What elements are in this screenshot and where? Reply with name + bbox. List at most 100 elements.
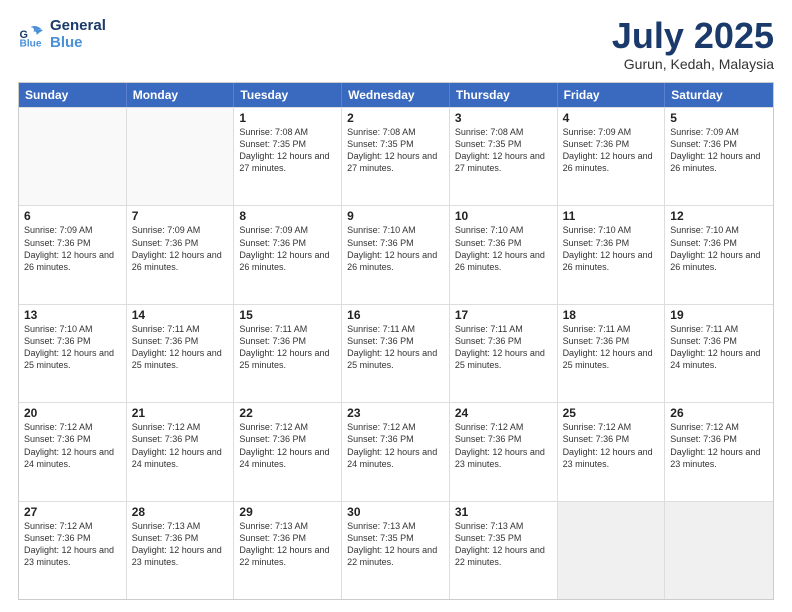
cell-detail: Sunrise: 7:12 AM Sunset: 7:36 PM Dayligh… [563, 421, 660, 470]
day-cell-8: 8Sunrise: 7:09 AM Sunset: 7:36 PM Daylig… [234, 206, 342, 303]
day-cell-2: 2Sunrise: 7:08 AM Sunset: 7:35 PM Daylig… [342, 108, 450, 205]
day-number: 16 [347, 308, 444, 322]
cell-detail: Sunrise: 7:09 AM Sunset: 7:36 PM Dayligh… [24, 224, 121, 273]
day-number: 11 [563, 209, 660, 223]
day-cell-27: 27Sunrise: 7:12 AM Sunset: 7:36 PM Dayli… [19, 502, 127, 599]
cell-detail: Sunrise: 7:10 AM Sunset: 7:36 PM Dayligh… [24, 323, 121, 372]
logo-blue: Blue [50, 35, 106, 52]
day-number: 6 [24, 209, 121, 223]
day-number: 27 [24, 505, 121, 519]
day-header-monday: Monday [127, 83, 235, 107]
header: G Blue General Blue July 2025 Gurun, Ked… [18, 18, 774, 72]
calendar-row: 13Sunrise: 7:10 AM Sunset: 7:36 PM Dayli… [19, 304, 773, 402]
day-number: 29 [239, 505, 336, 519]
calendar-body: 1Sunrise: 7:08 AM Sunset: 7:35 PM Daylig… [19, 107, 773, 599]
cell-detail: Sunrise: 7:08 AM Sunset: 7:35 PM Dayligh… [455, 126, 552, 175]
cell-detail: Sunrise: 7:13 AM Sunset: 7:35 PM Dayligh… [347, 520, 444, 569]
calendar-row: 1Sunrise: 7:08 AM Sunset: 7:35 PM Daylig… [19, 107, 773, 205]
day-cell-6: 6Sunrise: 7:09 AM Sunset: 7:36 PM Daylig… [19, 206, 127, 303]
day-cell-11: 11Sunrise: 7:10 AM Sunset: 7:36 PM Dayli… [558, 206, 666, 303]
day-cell-1: 1Sunrise: 7:08 AM Sunset: 7:35 PM Daylig… [234, 108, 342, 205]
day-number: 24 [455, 406, 552, 420]
day-number: 4 [563, 111, 660, 125]
calendar: SundayMondayTuesdayWednesdayThursdayFrid… [18, 82, 774, 600]
day-cell-24: 24Sunrise: 7:12 AM Sunset: 7:36 PM Dayli… [450, 403, 558, 500]
cell-detail: Sunrise: 7:11 AM Sunset: 7:36 PM Dayligh… [455, 323, 552, 372]
day-number: 31 [455, 505, 552, 519]
day-cell-19: 19Sunrise: 7:11 AM Sunset: 7:36 PM Dayli… [665, 305, 773, 402]
day-number: 1 [239, 111, 336, 125]
cell-detail: Sunrise: 7:11 AM Sunset: 7:36 PM Dayligh… [347, 323, 444, 372]
day-number: 17 [455, 308, 552, 322]
logo: G Blue General Blue [18, 18, 106, 51]
cell-detail: Sunrise: 7:09 AM Sunset: 7:36 PM Dayligh… [239, 224, 336, 273]
logo-icon: G Blue [18, 21, 46, 49]
calendar-row: 20Sunrise: 7:12 AM Sunset: 7:36 PM Dayli… [19, 402, 773, 500]
day-cell-12: 12Sunrise: 7:10 AM Sunset: 7:36 PM Dayli… [665, 206, 773, 303]
day-number: 25 [563, 406, 660, 420]
day-cell-9: 9Sunrise: 7:10 AM Sunset: 7:36 PM Daylig… [342, 206, 450, 303]
day-cell-17: 17Sunrise: 7:11 AM Sunset: 7:36 PM Dayli… [450, 305, 558, 402]
day-number: 7 [132, 209, 229, 223]
day-number: 3 [455, 111, 552, 125]
day-cell-16: 16Sunrise: 7:11 AM Sunset: 7:36 PM Dayli… [342, 305, 450, 402]
day-cell-31: 31Sunrise: 7:13 AM Sunset: 7:35 PM Dayli… [450, 502, 558, 599]
day-cell-30: 30Sunrise: 7:13 AM Sunset: 7:35 PM Dayli… [342, 502, 450, 599]
cell-detail: Sunrise: 7:12 AM Sunset: 7:36 PM Dayligh… [455, 421, 552, 470]
day-header-thursday: Thursday [450, 83, 558, 107]
title-block: July 2025 Gurun, Kedah, Malaysia [612, 18, 774, 72]
cell-detail: Sunrise: 7:08 AM Sunset: 7:35 PM Dayligh… [239, 126, 336, 175]
day-header-wednesday: Wednesday [342, 83, 450, 107]
cell-detail: Sunrise: 7:13 AM Sunset: 7:36 PM Dayligh… [239, 520, 336, 569]
day-number: 22 [239, 406, 336, 420]
day-cell-13: 13Sunrise: 7:10 AM Sunset: 7:36 PM Dayli… [19, 305, 127, 402]
svg-text:Blue: Blue [20, 38, 42, 48]
calendar-row: 6Sunrise: 7:09 AM Sunset: 7:36 PM Daylig… [19, 205, 773, 303]
day-number: 28 [132, 505, 229, 519]
day-cell-21: 21Sunrise: 7:12 AM Sunset: 7:36 PM Dayli… [127, 403, 235, 500]
day-cell-29: 29Sunrise: 7:13 AM Sunset: 7:36 PM Dayli… [234, 502, 342, 599]
cell-detail: Sunrise: 7:10 AM Sunset: 7:36 PM Dayligh… [563, 224, 660, 273]
empty-cell [558, 502, 666, 599]
cell-detail: Sunrise: 7:12 AM Sunset: 7:36 PM Dayligh… [24, 421, 121, 470]
cell-detail: Sunrise: 7:10 AM Sunset: 7:36 PM Dayligh… [455, 224, 552, 273]
cell-detail: Sunrise: 7:09 AM Sunset: 7:36 PM Dayligh… [670, 126, 768, 175]
day-cell-3: 3Sunrise: 7:08 AM Sunset: 7:35 PM Daylig… [450, 108, 558, 205]
cell-detail: Sunrise: 7:12 AM Sunset: 7:36 PM Dayligh… [132, 421, 229, 470]
day-cell-7: 7Sunrise: 7:09 AM Sunset: 7:36 PM Daylig… [127, 206, 235, 303]
day-header-tuesday: Tuesday [234, 83, 342, 107]
day-cell-14: 14Sunrise: 7:11 AM Sunset: 7:36 PM Dayli… [127, 305, 235, 402]
day-cell-15: 15Sunrise: 7:11 AM Sunset: 7:36 PM Dayli… [234, 305, 342, 402]
day-cell-26: 26Sunrise: 7:12 AM Sunset: 7:36 PM Dayli… [665, 403, 773, 500]
day-cell-18: 18Sunrise: 7:11 AM Sunset: 7:36 PM Dayli… [558, 305, 666, 402]
calendar-header: SundayMondayTuesdayWednesdayThursdayFrid… [19, 83, 773, 107]
day-cell-25: 25Sunrise: 7:12 AM Sunset: 7:36 PM Dayli… [558, 403, 666, 500]
cell-detail: Sunrise: 7:11 AM Sunset: 7:36 PM Dayligh… [239, 323, 336, 372]
cell-detail: Sunrise: 7:13 AM Sunset: 7:36 PM Dayligh… [132, 520, 229, 569]
day-cell-28: 28Sunrise: 7:13 AM Sunset: 7:36 PM Dayli… [127, 502, 235, 599]
day-header-saturday: Saturday [665, 83, 773, 107]
cell-detail: Sunrise: 7:12 AM Sunset: 7:36 PM Dayligh… [24, 520, 121, 569]
cell-detail: Sunrise: 7:09 AM Sunset: 7:36 PM Dayligh… [132, 224, 229, 273]
cell-detail: Sunrise: 7:11 AM Sunset: 7:36 PM Dayligh… [563, 323, 660, 372]
day-number: 13 [24, 308, 121, 322]
cell-detail: Sunrise: 7:09 AM Sunset: 7:36 PM Dayligh… [563, 126, 660, 175]
logo-general: General [50, 18, 106, 35]
day-header-friday: Friday [558, 83, 666, 107]
cell-detail: Sunrise: 7:11 AM Sunset: 7:36 PM Dayligh… [670, 323, 768, 372]
day-number: 19 [670, 308, 768, 322]
day-number: 14 [132, 308, 229, 322]
empty-cell [19, 108, 127, 205]
cell-detail: Sunrise: 7:12 AM Sunset: 7:36 PM Dayligh… [239, 421, 336, 470]
day-number: 12 [670, 209, 768, 223]
cell-detail: Sunrise: 7:10 AM Sunset: 7:36 PM Dayligh… [347, 224, 444, 273]
day-number: 5 [670, 111, 768, 125]
day-number: 20 [24, 406, 121, 420]
day-number: 21 [132, 406, 229, 420]
cell-detail: Sunrise: 7:13 AM Sunset: 7:35 PM Dayligh… [455, 520, 552, 569]
day-cell-4: 4Sunrise: 7:09 AM Sunset: 7:36 PM Daylig… [558, 108, 666, 205]
day-cell-23: 23Sunrise: 7:12 AM Sunset: 7:36 PM Dayli… [342, 403, 450, 500]
cell-detail: Sunrise: 7:08 AM Sunset: 7:35 PM Dayligh… [347, 126, 444, 175]
day-cell-5: 5Sunrise: 7:09 AM Sunset: 7:36 PM Daylig… [665, 108, 773, 205]
empty-cell [127, 108, 235, 205]
